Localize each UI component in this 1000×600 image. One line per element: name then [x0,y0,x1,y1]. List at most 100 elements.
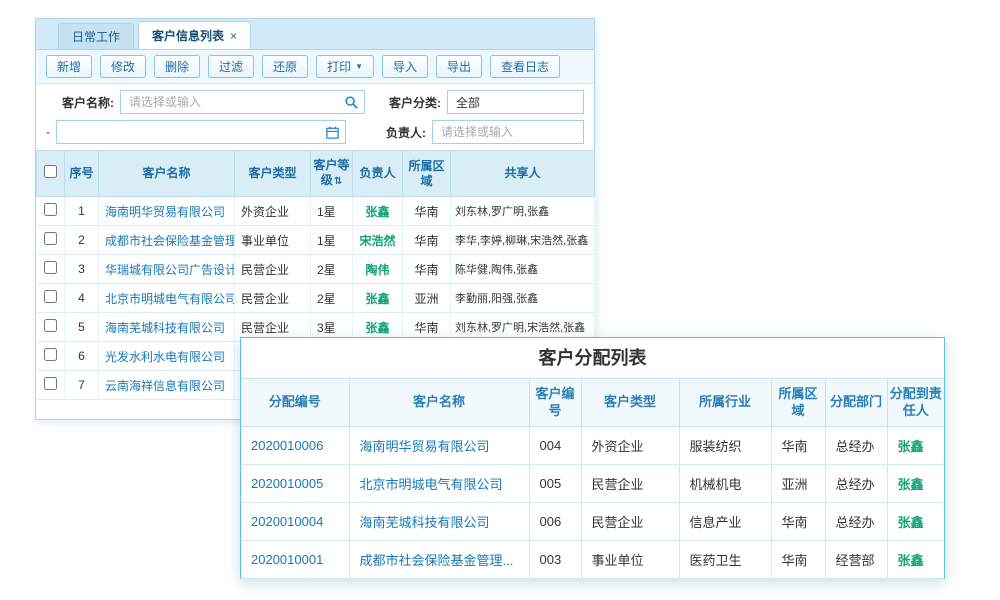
dept: 经营部 [825,541,887,579]
customer-name-link[interactable]: 华瑞城有限公司广告设计部 [105,263,235,277]
assignee-link[interactable]: 张鑫 [898,477,924,492]
alloc-no-link[interactable]: 2020010006 [251,438,323,453]
region: 华南 [403,197,451,226]
sort-icon[interactable]: ⇅ [334,176,342,187]
customer-name-label: 客户名称: [62,94,114,111]
region: 华南 [403,226,451,255]
row-checkbox[interactable] [44,348,57,361]
alloc-no-link[interactable]: 2020010005 [251,476,323,491]
shared-people: 李华,李婷,柳琳,宋浩然,张鑫 [451,226,595,255]
allocation-header-row: 分配编号 客户名称 客户编号 客户类型 所属行业 所属区域 分配部门 分配到责任… [241,379,944,427]
customer-name-inputbox [120,90,365,114]
assignee-link[interactable]: 张鑫 [898,515,924,530]
view-log-button[interactable]: 查看日志 [490,55,560,78]
row-no: 7 [65,371,99,400]
export-button[interactable]: 导出 [436,55,482,78]
owner-input[interactable] [433,121,583,143]
region: 华南 [771,427,825,465]
row-checkbox[interactable] [44,261,57,274]
owner-link[interactable]: 张鑫 [365,321,389,335]
row-checkbox[interactable] [44,290,57,303]
customer-type: 民营企业 [581,465,679,503]
customer-category-select[interactable] [448,91,583,113]
customer-level: 2星 [311,255,353,284]
customer-name-link[interactable]: 光发水利水电有限公司 [105,350,225,364]
allocation-row[interactable]: 2020010001 成都市社会保险基金管理... 003 事业单位 医药卫生 … [241,541,944,579]
region: 华南 [403,255,451,284]
owner-link[interactable]: 宋浩然 [359,234,395,248]
toolbar: 新增 修改 删除 过滤 还原 打印 ▼ 导入 导出 查看日志 [36,50,594,84]
customer-category-label: 客户分类: [389,94,441,111]
modify-button[interactable]: 修改 [100,55,146,78]
customer-name-link[interactable]: 成都市社会保险基金管理... [105,234,235,248]
allocation-row[interactable]: 2020010005 北京市明城电气有限公司 005 民营企业 机械机电 亚洲 … [241,465,944,503]
allocation-row[interactable]: 2020010004 海南芜城科技有限公司 006 民营企业 信息产业 华南 总… [241,503,944,541]
calendar-icon[interactable] [325,125,340,140]
owner-link[interactable]: 张鑫 [365,205,389,219]
tab-close-icon[interactable]: × [230,30,237,42]
add-button[interactable]: 新增 [46,55,92,78]
customer-name-link[interactable]: 北京市明城电气有限公司 [360,477,503,492]
shared-people: 陈华健,陶伟,张鑫 [451,255,595,284]
delete-button[interactable]: 删除 [154,55,200,78]
owner-link[interactable]: 陶伟 [365,263,389,277]
customer-level: 1星 [311,226,353,255]
customer-name-link[interactable]: 北京市明城电气有限公司 [105,292,235,306]
tab-daily-work[interactable]: 日常工作 [58,23,134,49]
assignee-link[interactable]: 张鑫 [898,553,924,568]
search-icon[interactable] [344,95,359,110]
customer-row[interactable]: 1 海南明华贸易有限公司 外资企业 1星 张鑫 华南 刘东林,罗广明,张鑫 [37,197,595,226]
region: 亚洲 [403,284,451,313]
customer-name-link[interactable]: 云南海祥信息有限公司 [105,379,225,393]
customer-name-link[interactable]: 成都市社会保险基金管理... [360,553,514,568]
allocation-panel: 客户分配列表 分配编号 客户名称 客户编号 客户类型 所属行业 所属区域 分配部… [240,337,945,579]
tab-daily-work-label: 日常工作 [72,25,120,49]
row-checkbox[interactable] [44,319,57,332]
row-checkbox[interactable] [44,203,57,216]
filter-button[interactable]: 过滤 [208,55,254,78]
tab-bar: 日常工作 客户信息列表 × [36,19,594,50]
select-all-checkbox[interactable] [44,165,57,178]
tab-customer-info-list[interactable]: 客户信息列表 × [138,21,251,49]
filter-area: 客户名称: 客户分类: - [36,84,594,150]
customer-name-link[interactable]: 海南明华贸易有限公司 [360,439,490,454]
restore-button[interactable]: 还原 [262,55,308,78]
customer-no: 004 [529,427,581,465]
customer-type: 外资企业 [235,197,311,226]
dept: 总经办 [825,465,887,503]
alloc-no-link[interactable]: 2020010004 [251,514,323,529]
industry: 信息产业 [679,503,771,541]
customer-type: 外资企业 [581,427,679,465]
row-checkbox[interactable] [44,377,57,390]
dept: 总经办 [825,427,887,465]
assignee-link[interactable]: 张鑫 [898,439,924,454]
customer-row[interactable]: 4 北京市明城电气有限公司 民营企业 2星 张鑫 亚洲 李勤丽,阳强,张鑫 [37,284,595,313]
page: 日常工作 客户信息列表 × 新增 修改 删除 过滤 还原 打印 ▼ 导入 导出 … [0,0,1000,600]
customer-row[interactable]: 2 成都市社会保险基金管理... 事业单位 1星 宋浩然 华南 李华,李婷,柳琳… [37,226,595,255]
date-input[interactable] [57,121,345,143]
customer-name-input[interactable] [121,91,364,113]
customer-name-link[interactable]: 海南芜城科技有限公司 [105,321,225,335]
col-customer-name: 客户名称 [349,379,529,427]
col-owner: 负责人 [353,151,403,197]
customer-row[interactable]: 3 华瑞城有限公司广告设计部 民营企业 2星 陶伟 华南 陈华健,陶伟,张鑫 [37,255,595,284]
col-industry: 所属行业 [679,379,771,427]
allocation-row[interactable]: 2020010006 海南明华贸易有限公司 004 外资企业 服装纺织 华南 总… [241,427,944,465]
shared-people: 刘东林,罗广明,张鑫 [451,197,595,226]
col-customer-no: 客户编号 [529,379,581,427]
customer-level: 1星 [311,197,353,226]
owner-link[interactable]: 张鑫 [365,292,389,306]
row-checkbox[interactable] [44,232,57,245]
row-no: 5 [65,313,99,342]
customer-name-link[interactable]: 海南明华贸易有限公司 [105,205,225,219]
col-dept: 分配部门 [825,379,887,427]
alloc-no-link[interactable]: 2020010001 [251,552,323,567]
import-button[interactable]: 导入 [382,55,428,78]
col-alloc-no: 分配编号 [241,379,349,427]
customer-no: 005 [529,465,581,503]
filter-row-1: 客户名称: 客户分类: [46,89,584,115]
customer-name-link[interactable]: 海南芜城科技有限公司 [360,515,490,530]
print-button[interactable]: 打印 ▼ [316,55,374,78]
owner-inputbox [432,120,584,144]
customer-no: 003 [529,541,581,579]
